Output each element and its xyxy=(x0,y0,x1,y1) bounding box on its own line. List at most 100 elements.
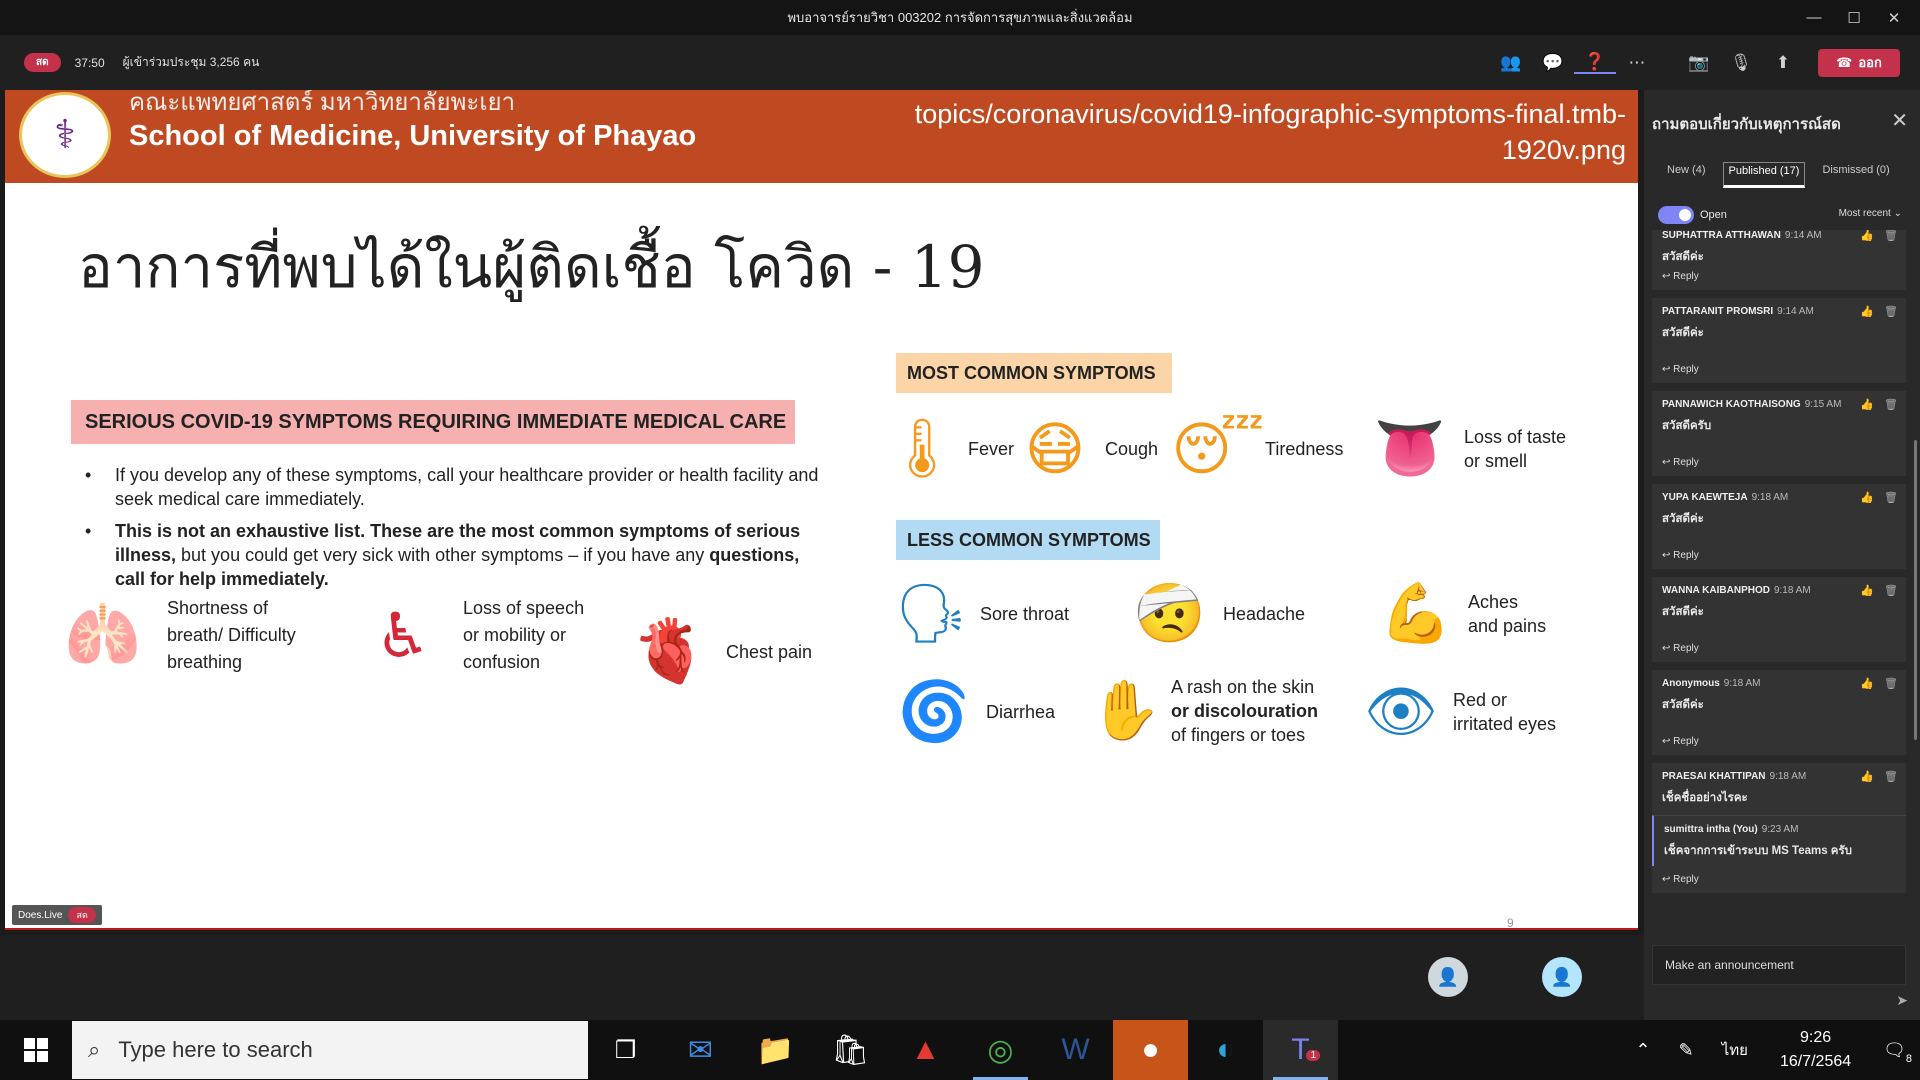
edge-app-icon[interactable]: ◐ xyxy=(1188,1020,1263,1080)
reply-button[interactable]: ↩ Reply xyxy=(1662,736,1699,747)
school-name-english: School of Medicine, University of Phayao xyxy=(129,120,697,152)
chrome-app-icon[interactable]: ◎ xyxy=(963,1020,1038,1080)
like-icon[interactable]: 👍 xyxy=(1860,305,1874,318)
windows-taskbar: ⌕ Type here to search ❐ ✉ 📁 🛍 ▲ ◎ W ● ◐ … xyxy=(0,1020,1920,1080)
reply-button[interactable]: ↩ Reply xyxy=(1662,364,1699,375)
open-toggle-label: Open xyxy=(1700,209,1727,221)
line-app-icon[interactable]: ● xyxy=(1113,1020,1188,1080)
teams-badge: 1 xyxy=(1306,1050,1320,1061)
slide-page-number: 9 xyxy=(1507,916,1514,930)
store-app-icon[interactable]: 🛍 xyxy=(813,1020,888,1080)
panel-title: ถามตอบเกี่ยวกับเหตุการณ์สด xyxy=(1652,116,1841,133)
reply-button[interactable]: ↩ Reply xyxy=(1662,271,1699,282)
tab-published[interactable]: Published (17) xyxy=(1722,162,1806,188)
mail-app-icon[interactable]: ✉ xyxy=(663,1020,738,1080)
mic-off-icon[interactable]: 🎙 xyxy=(1720,53,1762,73)
taskbar-search-box[interactable]: ⌕ Type here to search xyxy=(72,1021,588,1079)
delete-icon[interactable]: 🗑 xyxy=(1884,584,1898,597)
acrobat-app-icon[interactable]: ▲ xyxy=(888,1020,963,1080)
attendee-count: ผู้เข้าร่วมประชุม 3,256 คน xyxy=(122,55,260,69)
maximize-button[interactable]: ☐ xyxy=(1834,9,1874,27)
like-icon[interactable]: 👍 xyxy=(1860,230,1874,242)
sore-throat-icon: 🗣 xyxy=(894,581,968,646)
camera-off-icon[interactable]: 📷 xyxy=(1678,53,1720,73)
cough-icon: 😷 xyxy=(1024,417,1086,482)
bullet-item: If you develop any of these symptoms, ca… xyxy=(85,463,830,511)
symptom-loss-of-taste: 👅 Loss of taste or smell xyxy=(1370,415,1566,483)
like-icon[interactable]: 👍 xyxy=(1860,770,1874,783)
symptom-sore-throat: 🗣 Sore throat xyxy=(894,581,1070,646)
minimize-button[interactable]: — xyxy=(1794,9,1834,26)
live-badge: สด xyxy=(24,53,61,72)
question-item: SUPHATTRA ATTHAWAN 9:14 AM สวัสดีค่ะ 👍 🗑 ↩… xyxy=(1652,230,1906,290)
file-explorer-icon[interactable]: 📁 xyxy=(738,1020,813,1080)
delete-icon[interactable]: 🗑 xyxy=(1884,677,1898,690)
reply-button[interactable]: ↩ Reply xyxy=(1662,550,1699,561)
delete-icon[interactable]: 🗑 xyxy=(1884,398,1898,411)
leave-button[interactable]: ☎ ออก xyxy=(1818,48,1900,77)
presentation-stage: ⚕ คณะแพทยศาสตร์ มหาวิทยาลัยพะเยา School … xyxy=(0,90,1644,935)
notification-icon[interactable]: 🗨 8 xyxy=(1883,1040,1912,1065)
meeting-controls: 👥 💬 ❓ ⋯ 📷 🎙 ⬆ ☎ ออก xyxy=(1490,35,1920,90)
send-icon[interactable]: ➤ xyxy=(1896,992,1908,1009)
question-list: SUPHATTRA ATTHAWAN 9:14 AM สวัสดีค่ะ 👍 🗑 ↩… xyxy=(1652,230,1906,935)
presenter-avatar[interactable]: 👤 xyxy=(1542,957,1582,997)
symptom-loss-of-speech: ♿ Loss of speech or mobility or confusio… xyxy=(363,595,584,676)
like-icon[interactable]: 👍 xyxy=(1860,491,1874,504)
tab-dismissed[interactable]: Dismissed (0) xyxy=(1819,162,1892,188)
close-window-button[interactable]: ✕ xyxy=(1874,9,1914,27)
reply-button[interactable]: ↩ Reply xyxy=(1662,874,1699,885)
close-panel-icon[interactable]: ✕ xyxy=(1891,108,1908,133)
open-toggle[interactable] xyxy=(1658,206,1694,224)
search-placeholder: Type here to search xyxy=(118,1037,313,1062)
tab-new[interactable]: New (4) xyxy=(1664,162,1709,188)
question-item: PANNAWICH KAOTHAISONG 9:15 AM สวัสดีครับ … xyxy=(1652,391,1906,476)
qna-panel: ถามตอบเกี่ยวกับเหตุการณ์สด ✕ New (4) Pub… xyxy=(1644,90,1920,1020)
question-item: Anonymous 9:18 AM สวัสดีค่ะ 👍 🗑 ↩ Reply xyxy=(1652,670,1906,755)
chevron-down-icon: ⌄ xyxy=(1893,208,1902,219)
chat-icon[interactable]: 💬 xyxy=(1532,53,1574,73)
window-title-bar: พบอาจารย์รายวิชา 003202 การจัดการสุขภาพแ… xyxy=(0,0,1920,35)
reply-button[interactable]: ↩ Reply xyxy=(1662,643,1699,654)
delete-icon[interactable]: 🗑 xyxy=(1884,230,1898,242)
teams-live-event-window: พบอาจารย์รายวิชา 003202 การจัดการสุขภาพแ… xyxy=(0,0,1920,1080)
window-title: พบอาจารย์รายวิชา 003202 การจัดการสุขภาพแ… xyxy=(787,10,1133,25)
symptom-red-eyes: 👁 Red or irritated eyes xyxy=(1364,679,1557,744)
delete-icon[interactable]: 🗑 xyxy=(1884,491,1898,504)
window-controls: — ☐ ✕ xyxy=(1794,0,1914,35)
delete-icon[interactable]: 🗑 xyxy=(1884,770,1898,783)
school-logo-icon: ⚕ xyxy=(19,92,111,178)
question-item: PRAESAI KHATTIPAN 9:18 AM เช็คชื่ออย่างไร… xyxy=(1652,763,1906,893)
like-icon[interactable]: 👍 xyxy=(1860,398,1874,411)
like-icon[interactable]: 👍 xyxy=(1860,677,1874,690)
teams-app-icon[interactable]: T 1 xyxy=(1263,1020,1338,1080)
announcement-input[interactable]: Make an announcement xyxy=(1652,945,1906,985)
delete-icon[interactable]: 🗑 xyxy=(1884,305,1898,318)
slide-header: ⚕ คณะแพทยศาสตร์ มหาวิทยาลัยพะเยา School … xyxy=(5,90,1638,183)
presenter-avatar[interactable]: 👤 xyxy=(1428,957,1468,997)
language-indicator[interactable]: ไทย xyxy=(1722,1038,1748,1062)
participants-icon[interactable]: 👥 xyxy=(1490,53,1532,73)
symptom-headache: 🤕 Headache xyxy=(1133,581,1306,646)
task-view-icon[interactable]: ❐ xyxy=(588,1020,663,1080)
reply-button[interactable]: ↩ Reply xyxy=(1662,457,1699,468)
word-app-icon[interactable]: W xyxy=(1038,1020,1113,1080)
panel-scrollbar[interactable] xyxy=(1914,440,1917,740)
chevron-up-icon[interactable]: ⌃ xyxy=(1636,1040,1651,1061)
most-common-heading: MOST COMMON SYMPTOMS xyxy=(896,353,1172,393)
more-options-icon[interactable]: ⋯ xyxy=(1616,53,1658,73)
aches-icon: 💪 xyxy=(1379,581,1453,646)
symptom-chest-pain: 🫀 Chest pain xyxy=(631,617,813,686)
hand-rash-icon: ✋ xyxy=(1089,678,1163,743)
pen-icon[interactable]: ✎ xyxy=(1679,1040,1694,1061)
eye-icon: 👁 xyxy=(1364,679,1438,744)
start-button[interactable] xyxy=(0,1020,72,1080)
qna-icon[interactable]: ❓ xyxy=(1574,52,1616,74)
taskbar-clock[interactable]: 9:26 16/7/2564 xyxy=(1780,1026,1851,1074)
slide-title: อาการที่พบได้ในผู้ติดเชื้อ โควิด - 19 xyxy=(78,233,985,301)
share-icon[interactable]: ⬆ xyxy=(1762,53,1804,73)
question-item: WANNA KAIBANPHOD 9:18 AM สวัสดีค่ะ 👍 🗑 ↩ R… xyxy=(1652,577,1906,662)
symptom-rash: ✋ A rash on the skin or discolouration o… xyxy=(1089,677,1319,745)
sort-dropdown[interactable]: Most recent ⌄ xyxy=(1839,208,1902,219)
like-icon[interactable]: 👍 xyxy=(1860,584,1874,597)
